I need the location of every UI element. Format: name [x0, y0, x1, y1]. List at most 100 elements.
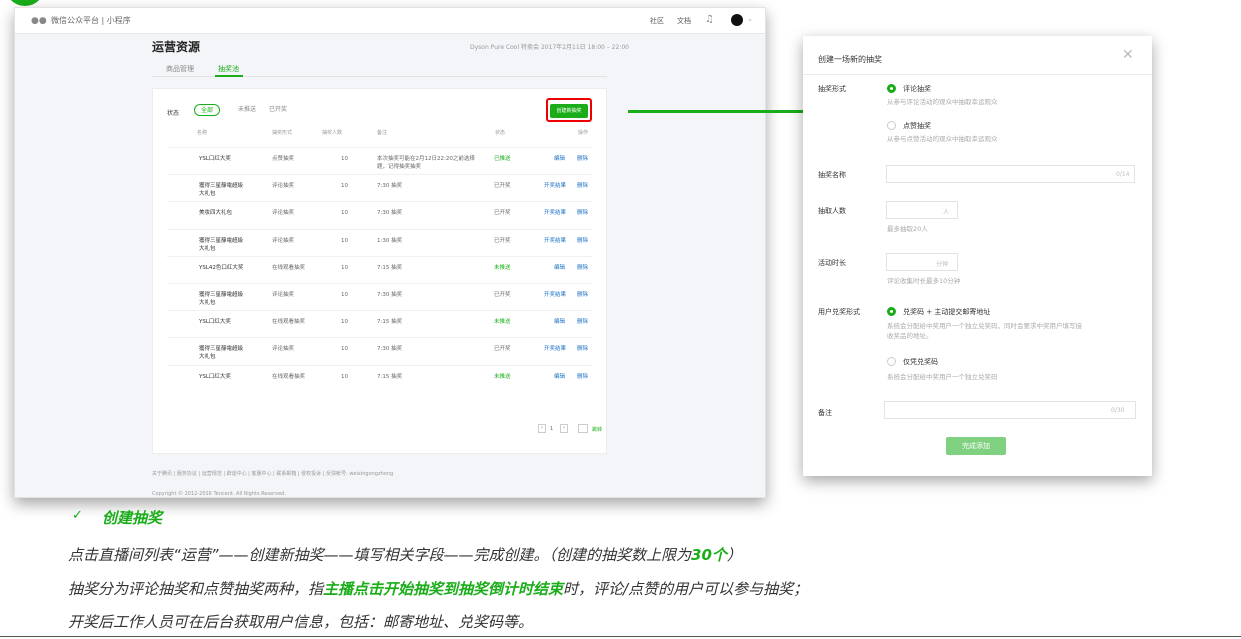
platform-title: 微信公众平台 | 小程序: [51, 16, 131, 25]
cell-status: 已开奖: [494, 292, 511, 298]
row-action-primary[interactable]: 编辑: [554, 318, 565, 326]
row-action-primary[interactable]: 编辑: [554, 264, 565, 272]
opt-redeem-code[interactable]: 仅凭兑奖码: [903, 357, 938, 367]
tab-lottery-pool[interactable]: 抽奖池: [218, 64, 239, 74]
row-divider: [167, 201, 592, 203]
row-action-primary[interactable]: 开奖结果: [544, 237, 566, 245]
cell-note: 7:30 抽奖: [377, 346, 403, 353]
name-label: 抽奖名称: [818, 171, 846, 179]
cell-type: 在线观看抽奖: [272, 319, 306, 326]
page-title: 运营资源: [152, 40, 201, 54]
row-action-delete[interactable]: 删除: [577, 345, 588, 353]
opt-comment-lottery[interactable]: 评论抽奖: [903, 84, 931, 94]
cell-name: 獲得三星靜電超級 大礼包: [199, 183, 244, 198]
row-action-primary[interactable]: 编辑: [554, 373, 565, 381]
cell-type: 评论抽奖: [272, 183, 295, 190]
opt-like-lottery[interactable]: 点赞抽奖: [903, 121, 931, 131]
cell-status: 已开奖: [494, 210, 511, 217]
close-icon[interactable]: ✕: [1122, 47, 1134, 63]
bell-icon[interactable]: ♫: [705, 14, 715, 26]
dialog-title: 创建一场新的抽奖: [818, 55, 882, 64]
th-type: 抽奖形式: [272, 130, 293, 136]
prev-page-button[interactable]: ‹: [538, 424, 546, 433]
cell-type: 评论抽奖: [272, 292, 295, 298]
row-divider: [167, 174, 592, 176]
cell-note: 7:30 抽奖: [377, 183, 403, 190]
opt-like-hint: 从参与点赞活动的观众中抽取幸运观众: [887, 135, 998, 143]
current-page: 1: [550, 426, 554, 432]
cell-count: 10: [341, 346, 348, 353]
redeem-code-hint: 系统会分配给中奖用户一个独立兑奖码: [887, 373, 998, 381]
cell-type: 在线观看抽奖: [272, 373, 306, 380]
submit-button[interactable]: 完成添加: [946, 437, 1006, 455]
cell-count: 10: [341, 183, 348, 190]
chevron-down-icon[interactable]: ⌄: [747, 15, 753, 23]
row-action-delete[interactable]: 删除: [577, 209, 588, 217]
row-action-delete[interactable]: 删除: [577, 291, 588, 299]
cell-name: YSL口红大奖: [199, 373, 231, 380]
duration-unit: 分钟: [936, 261, 949, 268]
next-page-button[interactable]: ›: [560, 424, 568, 433]
nav-community[interactable]: 社区: [650, 16, 664, 26]
note-counter: 0/30: [1111, 407, 1125, 414]
th-count: 抽奖人数: [322, 130, 343, 136]
note-label: 备注: [818, 409, 832, 417]
row-action-delete[interactable]: 删除: [577, 264, 588, 272]
duration-label: 活动时长: [818, 259, 846, 267]
cell-type: 评论抽奖: [272, 237, 295, 244]
cell-count: 10: [341, 264, 348, 271]
row-divider: [167, 337, 592, 339]
cell-type: 评论抽奖: [272, 210, 295, 217]
radio-redeem-code[interactable]: [887, 357, 896, 366]
row-action-primary[interactable]: 开奖结果: [544, 291, 566, 299]
radio-redeem-address[interactable]: [887, 307, 896, 316]
filter-unpushed[interactable]: 未推送: [232, 104, 262, 116]
name-input[interactable]: [886, 165, 1135, 183]
page-jump-button[interactable]: 跳转: [592, 426, 602, 433]
avatar[interactable]: [731, 14, 743, 26]
cell-count: 10: [341, 319, 348, 326]
cell-status: 未推送: [494, 319, 511, 326]
page-jump-input[interactable]: [578, 424, 588, 433]
cell-note: 7:30 抽奖: [377, 210, 403, 217]
radio-like-lottery[interactable]: [887, 121, 896, 130]
count-hint: 最多抽取20人: [887, 225, 928, 233]
th-status: 状态: [495, 130, 506, 136]
th-name: 名称: [197, 130, 208, 136]
row-action-delete[interactable]: 删除: [577, 182, 588, 190]
cell-status: 已开奖: [494, 237, 511, 244]
row-action-delete[interactable]: 删除: [577, 237, 588, 245]
footer-links[interactable]: 关于腾讯 | 服务协议 | 运营规范 | 辟谣中心 | 客服中心 | 联系邮箱 …: [152, 470, 393, 477]
nav-docs[interactable]: 文档: [677, 16, 691, 26]
row-action-delete[interactable]: 删除: [577, 318, 588, 326]
cell-note: 7:15 抽奖: [377, 373, 403, 380]
redeem-address-hint: 系统会分配给中奖用户一个独立兑奖码，同时会要求中奖用户填写接 收奖品的地址。: [887, 322, 1082, 340]
form-label: 抽奖形式: [818, 85, 846, 93]
cell-type: 点赞抽奖: [272, 156, 295, 162]
cell-count: 10: [341, 156, 348, 162]
row-divider: [167, 255, 592, 257]
row-action-primary[interactable]: 开奖结果: [544, 182, 566, 190]
row-action-delete[interactable]: 删除: [577, 373, 588, 381]
row-action-primary[interactable]: 开奖结果: [544, 209, 566, 217]
row-divider: [167, 310, 592, 312]
cell-name: 美妆四大礼包: [199, 210, 233, 217]
row-action-primary[interactable]: 编辑: [554, 155, 565, 163]
row-action-primary[interactable]: 开奖结果: [544, 345, 566, 353]
bottom-rule: [0, 636, 1241, 637]
tab-products[interactable]: 商品管理: [166, 64, 194, 74]
event-meta: Dyson Pure Cool 特卖会 2017年2月11日 18:00 – 2…: [470, 44, 629, 51]
filter-all[interactable]: 全部: [194, 104, 221, 116]
count-unit: 人: [943, 209, 950, 216]
row-divider: [167, 364, 592, 366]
radio-comment-lottery[interactable]: [887, 84, 896, 93]
opt-redeem-address[interactable]: 兑奖码 + 主动提交邮寄地址: [903, 307, 990, 317]
redeem-label: 用户兑奖形式: [818, 308, 860, 316]
th-note: 备注: [377, 130, 388, 136]
count-label: 抽取人数: [818, 207, 846, 215]
cell-note: 本次抽奖可能在2月12日22:20之前选择 题，记得抽奖抽奖: [377, 156, 475, 170]
cell-type: 在线观看抽奖: [272, 264, 306, 271]
filter-drawn[interactable]: 已开奖: [263, 104, 293, 116]
row-action-delete[interactable]: 删除: [577, 155, 588, 163]
note-input[interactable]: [884, 401, 1136, 419]
